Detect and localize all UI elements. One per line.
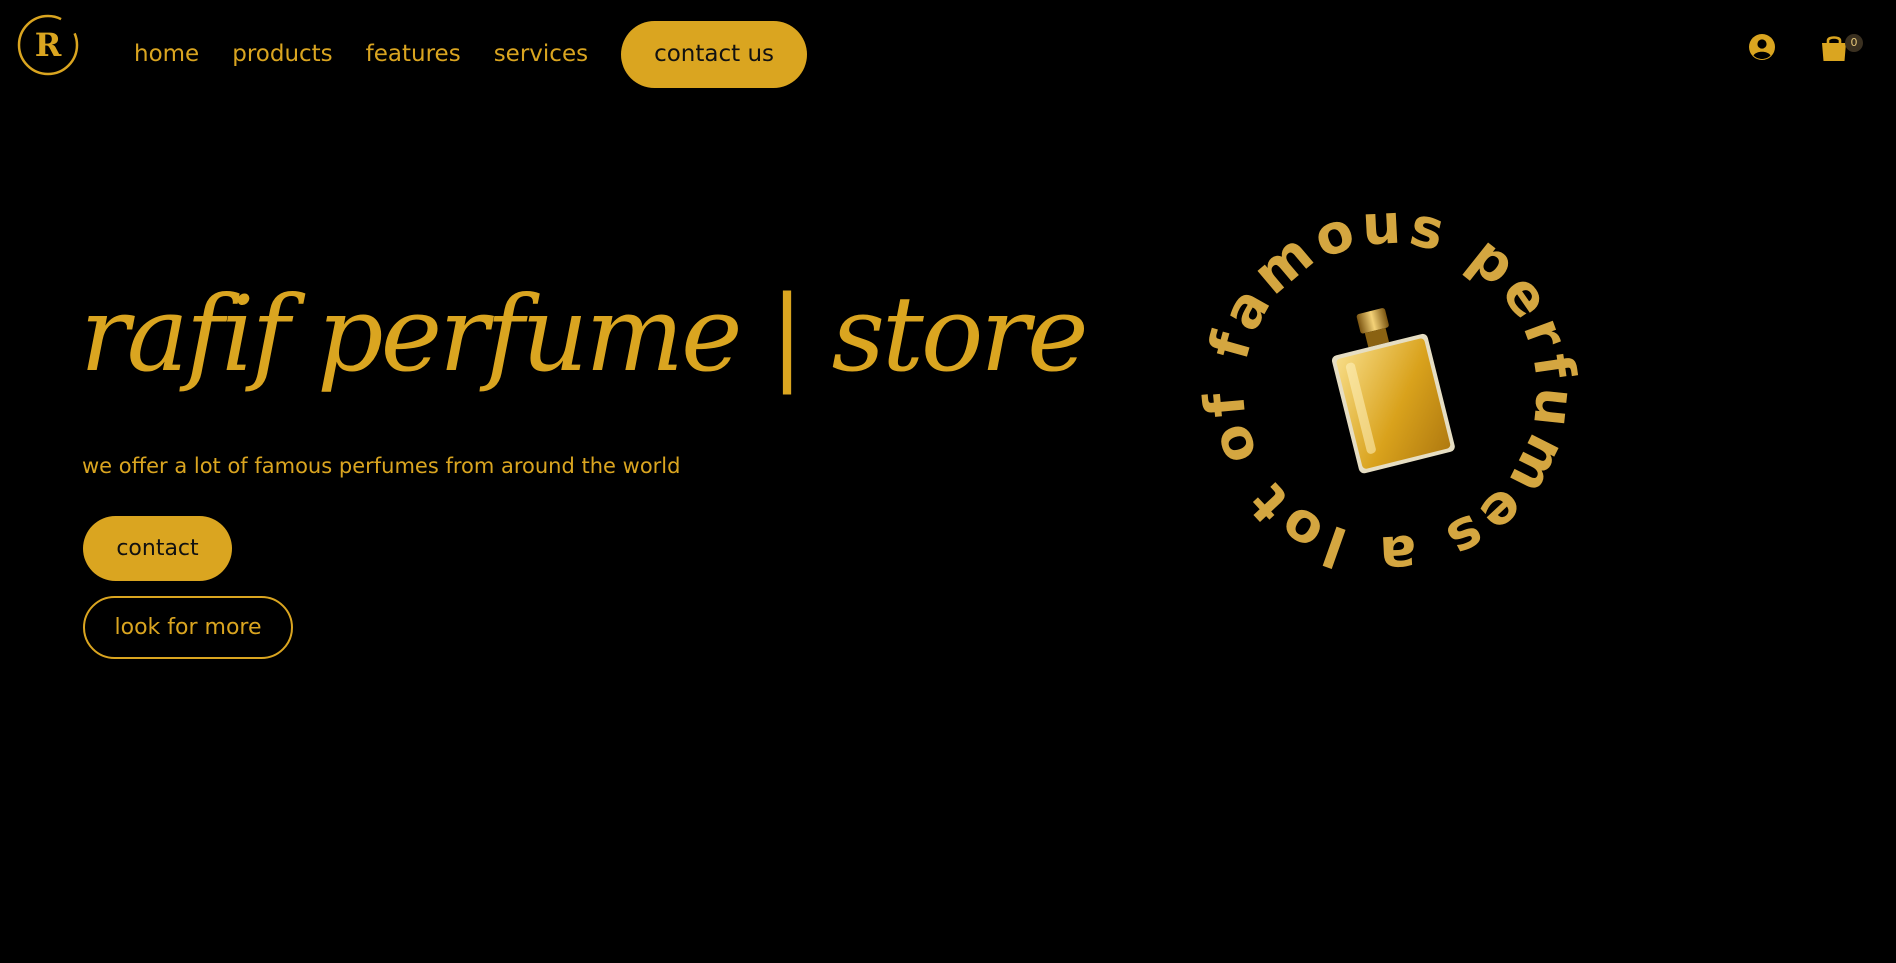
logo-letter: R	[35, 26, 62, 64]
shopping-bag-icon[interactable]	[1819, 33, 1849, 63]
look-for-more-button[interactable]: look for more	[83, 596, 293, 659]
brand-logo[interactable]: R	[17, 14, 79, 76]
hero-subtitle: we offer a lot of famous perfumes from a…	[82, 454, 681, 478]
user-circle-icon[interactable]	[1748, 33, 1776, 61]
nav-contact-button[interactable]: contact us	[621, 20, 808, 88]
cart-count-badge: 0	[1845, 34, 1863, 52]
perfume-bottle-image	[1331, 308, 1455, 474]
main-nav: home products features services contact …	[134, 20, 808, 88]
hero-title: rafif perfume | store	[80, 273, 1089, 395]
nav-products[interactable]: products	[232, 41, 332, 67]
contact-button[interactable]: contact	[83, 516, 232, 581]
rotating-text-badge: a lot of famous perfumes	[1160, 160, 1619, 620]
nav-features[interactable]: features	[366, 41, 461, 67]
nav-services[interactable]: services	[494, 41, 588, 67]
nav-home[interactable]: home	[134, 41, 199, 67]
